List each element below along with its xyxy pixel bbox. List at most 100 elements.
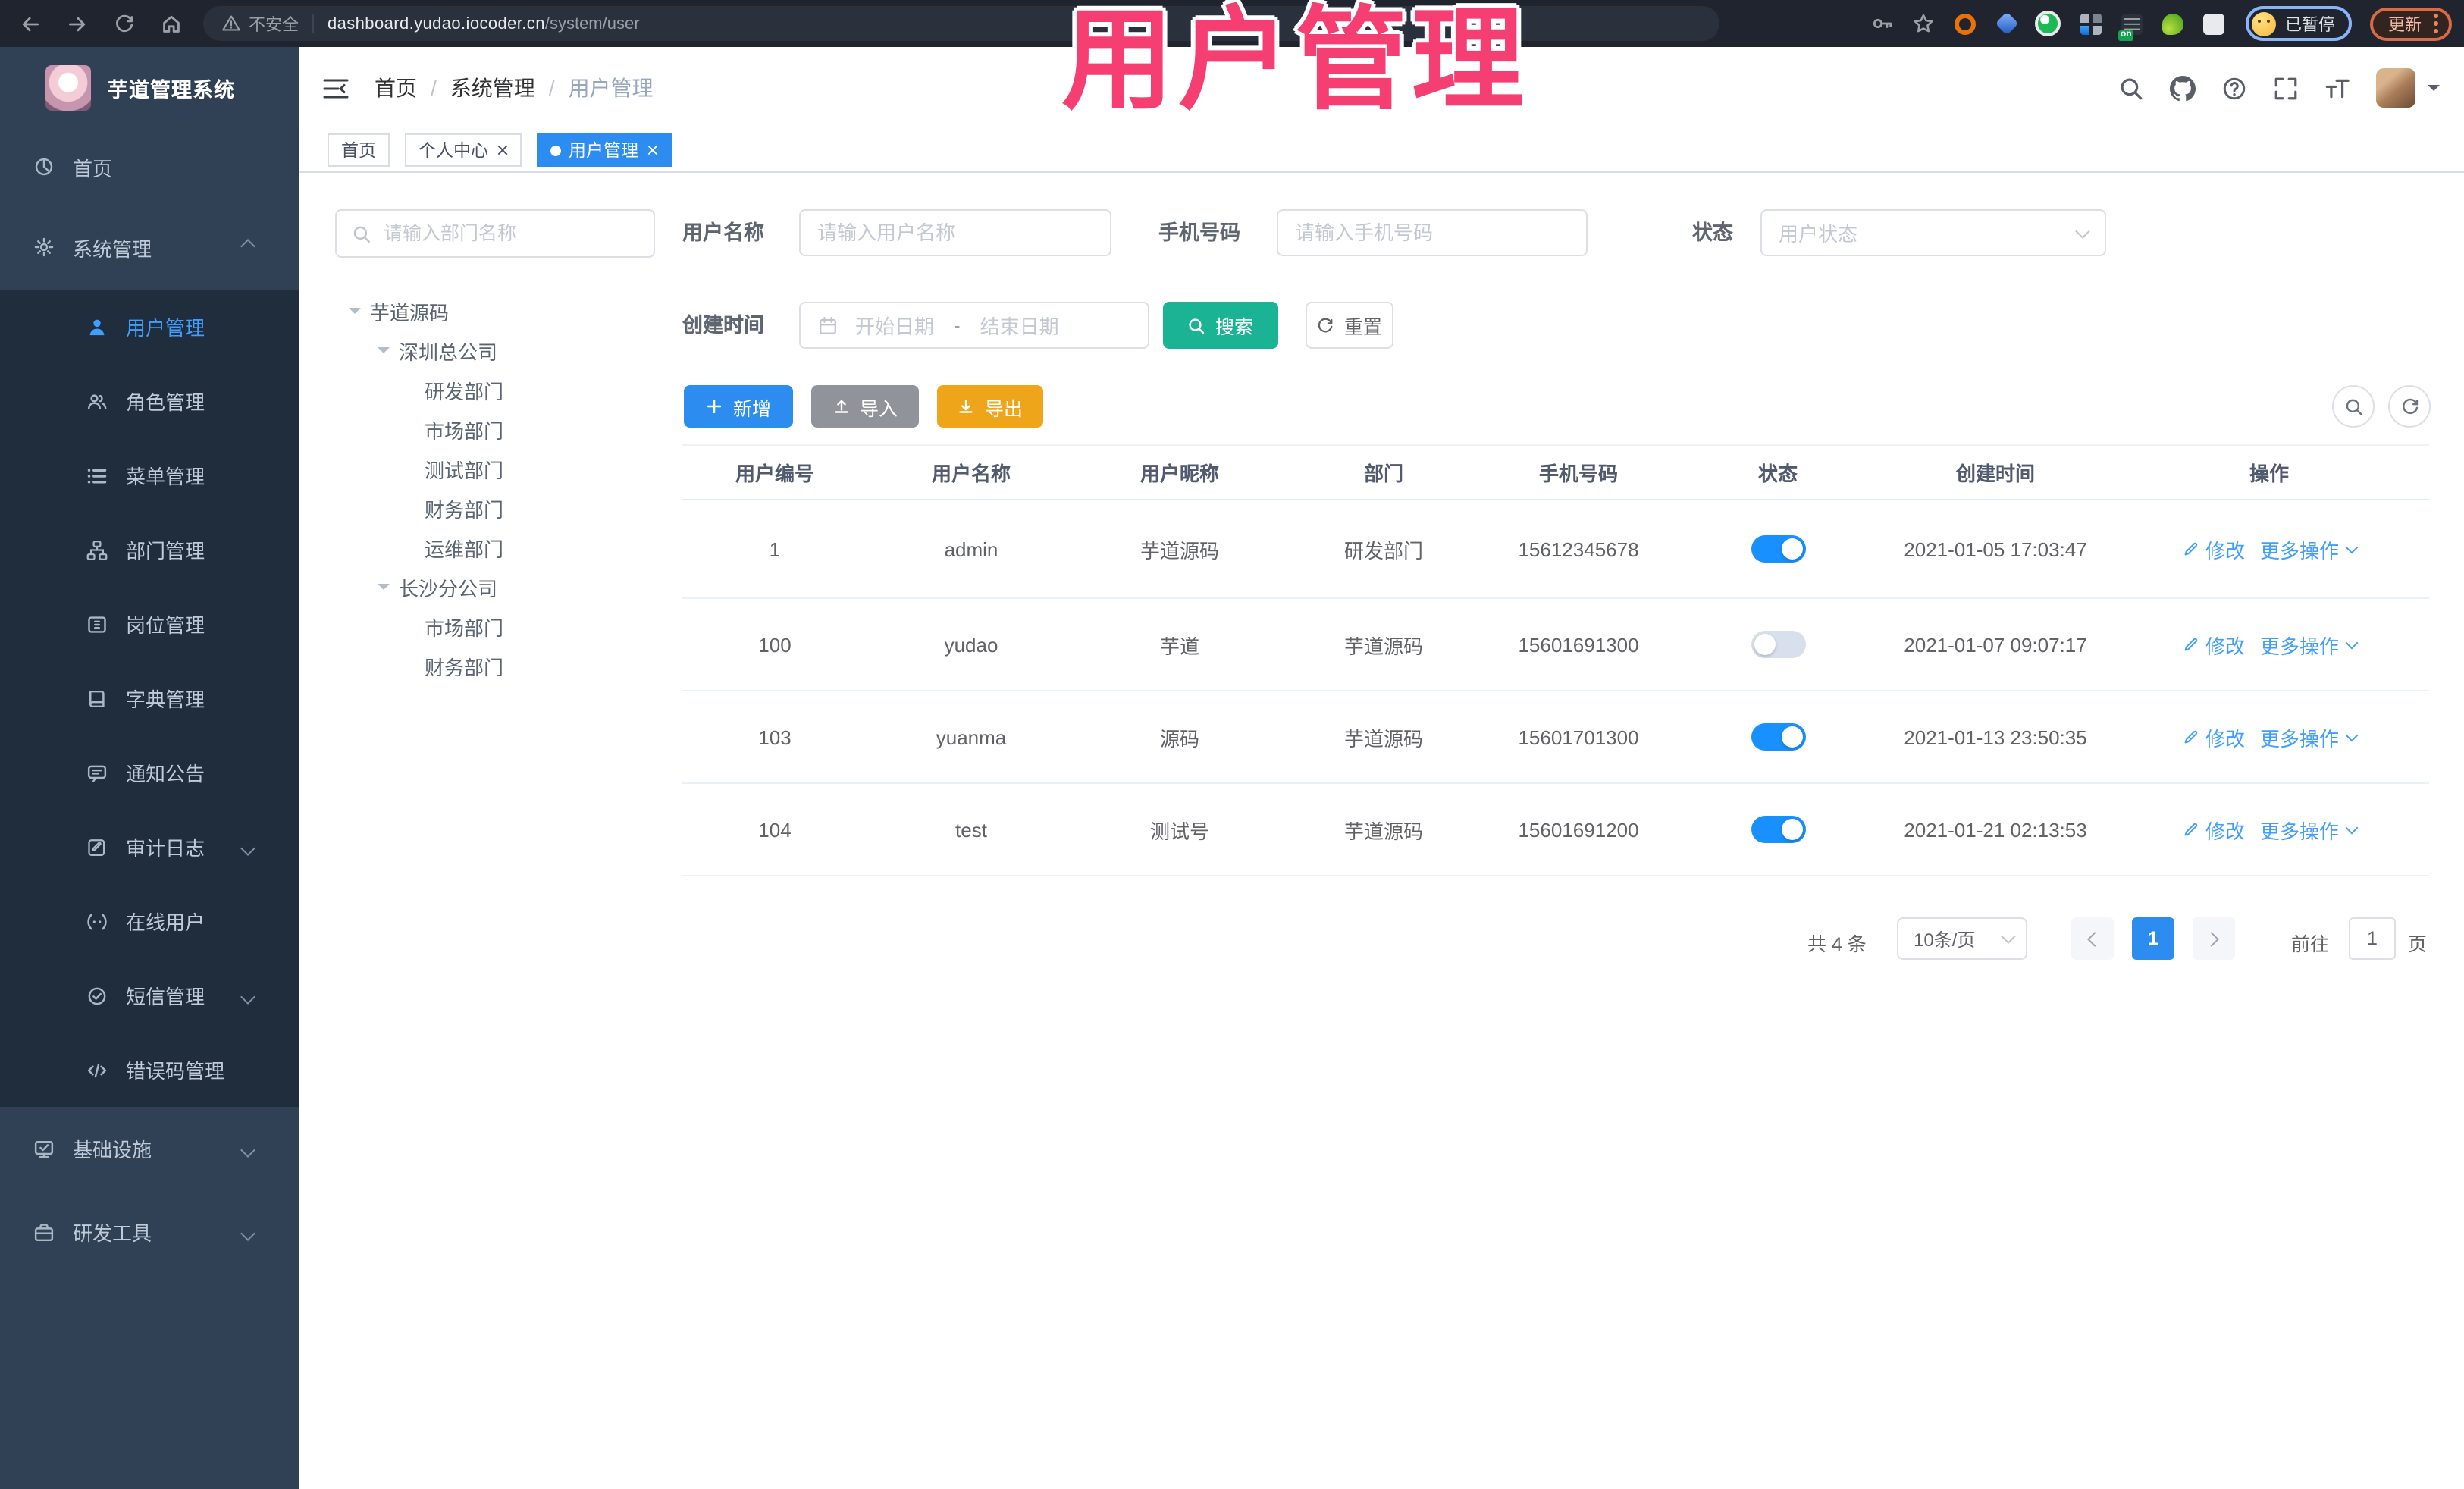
edit-link[interactable]: 修改 [2205, 630, 2245, 659]
address-bar[interactable]: 不安全 dashboard.yudao.iocoder.cn/system/us… [203, 6, 1719, 41]
tag-home[interactable]: 首页 [328, 133, 390, 167]
table-search-toggle-button[interactable] [2332, 385, 2375, 428]
breadcrumb-home[interactable]: 首页 [375, 73, 417, 103]
next-page-button[interactable] [2193, 917, 2235, 960]
sidebar-item-menu-management[interactable]: 菜单管理 [0, 438, 299, 513]
extension-green-circle-icon[interactable] [2035, 11, 2061, 36]
close-icon[interactable] [646, 144, 658, 156]
dept-search-input[interactable] [384, 223, 638, 244]
tree-node[interactable]: 财务部门 [335, 646, 661, 685]
header-search-icon[interactable] [2118, 75, 2144, 101]
bookmark-star-icon[interactable] [1912, 12, 1935, 35]
tag-user-management[interactable]: 用户管理 [537, 133, 672, 167]
more-actions-link[interactable]: 更多操作 [2260, 723, 2358, 751]
tree-node[interactable]: 市场部门 [335, 409, 661, 449]
page-number-button[interactable]: 1 [2132, 917, 2174, 960]
edit-link[interactable]: 修改 [2205, 815, 2245, 844]
cell-username: yudao [944, 633, 998, 656]
app-logo[interactable]: 芋道管理系统 [0, 47, 299, 129]
sidebar-item-dict-management[interactable]: 字典管理 [0, 661, 299, 735]
sidebar-item-online-users[interactable]: 在线用户 [0, 884, 299, 958]
sidebar-collapse-button[interactable] [323, 77, 349, 99]
chevron-down-icon [240, 841, 255, 856]
sidebar-item-post-management[interactable]: 岗位管理 [0, 587, 299, 661]
more-actions-link[interactable]: 更多操作 [2260, 815, 2358, 844]
add-button[interactable]: 新增 [684, 385, 793, 428]
status-toggle[interactable] [1751, 816, 1805, 843]
browser-reload-button[interactable] [106, 6, 141, 41]
sidebar-item-error-code[interactable]: 错误码管理 [0, 1033, 299, 1107]
extension-leaf-icon[interactable] [2162, 13, 2183, 34]
user-avatar[interactable] [2376, 68, 2415, 108]
tree-caret-icon[interactable] [349, 308, 361, 320]
sidebar-item-system[interactable]: 系统管理 [0, 205, 299, 290]
cell-created-time: 2021-01-21 02:13:53 [1904, 818, 2087, 841]
browser-home-button[interactable] [153, 6, 188, 41]
more-actions-link[interactable]: 更多操作 [2260, 534, 2358, 563]
extension-orange-ring-icon[interactable] [1955, 13, 1976, 34]
status-toggle[interactable] [1751, 631, 1805, 658]
sidebar-item-user-management[interactable]: 用户管理 [0, 290, 299, 364]
username-input[interactable] [817, 221, 1093, 244]
browser-menu-kebab-icon[interactable] [2434, 21, 2438, 26]
browser-forward-button[interactable] [59, 6, 94, 41]
sidebar-item-audit-log[interactable]: 审计日志 [0, 810, 299, 884]
prev-page-button[interactable] [2071, 917, 2114, 960]
extension-list-icon[interactable]: on [2118, 13, 2143, 40]
edit-link[interactable]: 修改 [2205, 723, 2245, 751]
status-select[interactable]: 用户状态 [1760, 209, 2106, 256]
export-button[interactable]: 导出 [937, 385, 1043, 428]
close-icon[interactable] [496, 144, 508, 156]
user-menu-caret-icon[interactable] [2428, 85, 2440, 97]
screen: 不安全 dashboard.yudao.iocoder.cn/system/us… [0, 0, 2464, 1489]
date-range-picker[interactable]: 开始日期 - 结束日期 [799, 302, 1149, 349]
topbar-icons [2093, 47, 2440, 129]
import-button[interactable]: 导入 [811, 385, 919, 428]
tree-node[interactable]: 运维部门 [335, 528, 661, 567]
fullscreen-icon[interactable] [2273, 75, 2299, 101]
page-size-select[interactable]: 10条/页 [1897, 917, 2027, 960]
goto-page-input[interactable] [2349, 917, 2396, 960]
tree-node[interactable]: 测试部门 [335, 449, 661, 488]
browser-back-button[interactable] [12, 6, 47, 41]
extension-blue-gem-icon[interactable] [1995, 11, 2019, 36]
tree-caret-icon[interactable] [378, 347, 390, 359]
breadcrumb-system[interactable]: 系统管理 [450, 73, 535, 103]
browser-update-button[interactable]: 更新 [2370, 7, 2452, 40]
tree-node[interactable]: 长沙分公司 [335, 567, 661, 607]
reset-button[interactable]: 重置 [1306, 302, 1393, 349]
sidebar-item-role-management[interactable]: 角色管理 [0, 364, 299, 438]
sidebar-item-home[interactable]: 首页 [0, 129, 299, 205]
tree-caret-icon[interactable] [378, 584, 390, 596]
status-toggle[interactable] [1751, 535, 1805, 563]
tree-node[interactable]: 研发部门 [335, 370, 661, 409]
extensions-puzzle-icon[interactable] [2203, 13, 2224, 34]
more-actions-link[interactable]: 更多操作 [2260, 630, 2358, 659]
github-icon[interactable] [2170, 75, 2196, 101]
tree-node[interactable]: 芋道源码 [335, 291, 661, 331]
tree-node[interactable]: 深圳总公司 [335, 331, 661, 370]
tree-node[interactable]: 市场部门 [335, 607, 661, 646]
tree-node-label: 研发部门 [425, 380, 504, 403]
font-size-icon[interactable] [2324, 75, 2350, 101]
browser-profile-chip[interactable]: 已暂停 [2246, 6, 2352, 41]
dept-tree: 芋道源码 深圳总公司 研发部门 市场部门 测试部门 财务部门 运维部门 长沙分公… [335, 291, 661, 685]
table-refresh-button[interactable] [2388, 385, 2431, 428]
sidebar-item-dev-tools[interactable]: 研发工具 [0, 1190, 299, 1274]
edit-link[interactable]: 修改 [2205, 534, 2245, 563]
status-toggle[interactable] [1751, 723, 1805, 751]
search-button[interactable]: 搜索 [1163, 302, 1278, 349]
help-icon[interactable] [2221, 75, 2247, 101]
sidebar-item-dept-management[interactable]: 部门管理 [0, 513, 299, 587]
sidebar-item-sms-management[interactable]: 短信管理 [0, 958, 299, 1033]
user-icon [86, 316, 108, 337]
tag-profile[interactable]: 个人中心 [405, 133, 522, 167]
mobile-input[interactable] [1295, 221, 1569, 244]
extension-grid-icon[interactable] [2080, 13, 2102, 34]
password-key-icon[interactable] [1871, 12, 1894, 35]
sidebar-item-notice[interactable]: 通知公告 [0, 735, 299, 810]
chevron-left-icon [2087, 931, 2102, 946]
tree-node[interactable]: 财务部门 [335, 488, 661, 528]
export-button-label: 导出 [984, 398, 1023, 419]
sidebar-item-infrastructure[interactable]: 基础设施 [0, 1107, 299, 1190]
